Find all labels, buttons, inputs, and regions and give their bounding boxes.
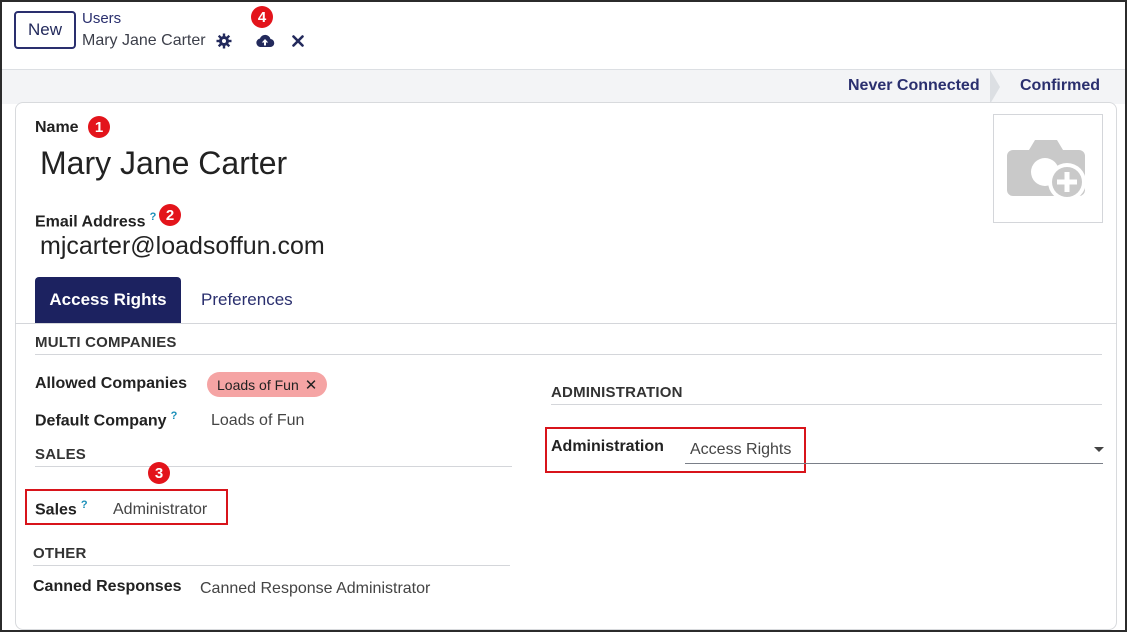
- callout-marker-3: 3: [148, 462, 170, 484]
- allowed-companies-label: Allowed Companies: [35, 375, 188, 392]
- section-sales: SALES: [35, 446, 87, 463]
- section-multi-companies: MULTI COMPANIES: [35, 334, 177, 351]
- status-confirmed[interactable]: Confirmed: [1020, 77, 1100, 95]
- administration-select[interactable]: Access Rights: [690, 441, 791, 459]
- default-company-label-text: Default Company: [35, 412, 167, 430]
- administration-label: Administration: [551, 438, 664, 455]
- section-divider: [551, 404, 1102, 405]
- name-label: Name: [35, 119, 79, 136]
- sales-label-text: Sales: [35, 501, 77, 519]
- email-label-text: Email Address: [35, 213, 146, 231]
- section-divider: [35, 466, 512, 467]
- section-divider: [35, 354, 1102, 355]
- canned-responses-label: Canned Responses: [33, 578, 182, 595]
- section-other: OTHER: [33, 545, 87, 562]
- sales-field[interactable]: Administrator: [113, 501, 207, 519]
- default-company-field[interactable]: Loads of Fun: [211, 412, 304, 430]
- tab-preferences[interactable]: Preferences: [201, 290, 293, 310]
- gear-icon[interactable]: [214, 31, 234, 51]
- administration-select-underline: [685, 463, 1103, 464]
- close-icon[interactable]: [288, 31, 308, 51]
- callout-marker-1: 1: [88, 116, 110, 138]
- sales-label: Sales?: [35, 499, 88, 519]
- status-separator: [990, 70, 1000, 104]
- default-company-help-icon[interactable]: ?: [171, 410, 178, 422]
- default-company-label: Default Company?: [35, 410, 177, 430]
- breadcrumb-users-link[interactable]: Users: [82, 10, 121, 27]
- tab-access-rights[interactable]: Access Rights: [35, 277, 181, 323]
- sales-help-icon[interactable]: ?: [81, 499, 88, 511]
- avatar-upload[interactable]: [993, 114, 1103, 223]
- camera-plus-icon: [1007, 139, 1086, 201]
- tag-remove-icon[interactable]: ✕: [305, 376, 318, 394]
- callout-marker-2: 2: [159, 204, 181, 226]
- chevron-down-icon[interactable]: [1094, 447, 1104, 452]
- email-help-icon[interactable]: ?: [150, 211, 157, 223]
- canned-responses-field[interactable]: Canned Response Administrator: [200, 580, 430, 598]
- section-divider: [33, 565, 510, 566]
- email-label: Email Address?: [35, 211, 156, 231]
- status-bar: Never Connected Confirmed: [2, 70, 1125, 104]
- tabs-divider: [15, 323, 1117, 324]
- company-tag[interactable]: Loads of Fun ✕: [207, 372, 328, 397]
- status-never-connected[interactable]: Never Connected: [848, 77, 980, 95]
- control-panel: New Users Mary Jane Carter: [2, 2, 1125, 70]
- company-tag-label: Loads of Fun: [217, 376, 299, 393]
- breadcrumb-current-record: Mary Jane Carter: [82, 32, 206, 49]
- new-button[interactable]: New: [14, 11, 76, 49]
- section-administration: ADMINISTRATION: [551, 384, 683, 401]
- callout-marker-4: 4: [251, 6, 273, 28]
- email-input[interactable]: mjcarter@loadsoffun.com: [40, 232, 325, 261]
- cloud-upload-icon[interactable]: [255, 31, 275, 51]
- name-input[interactable]: Mary Jane Carter: [40, 145, 287, 182]
